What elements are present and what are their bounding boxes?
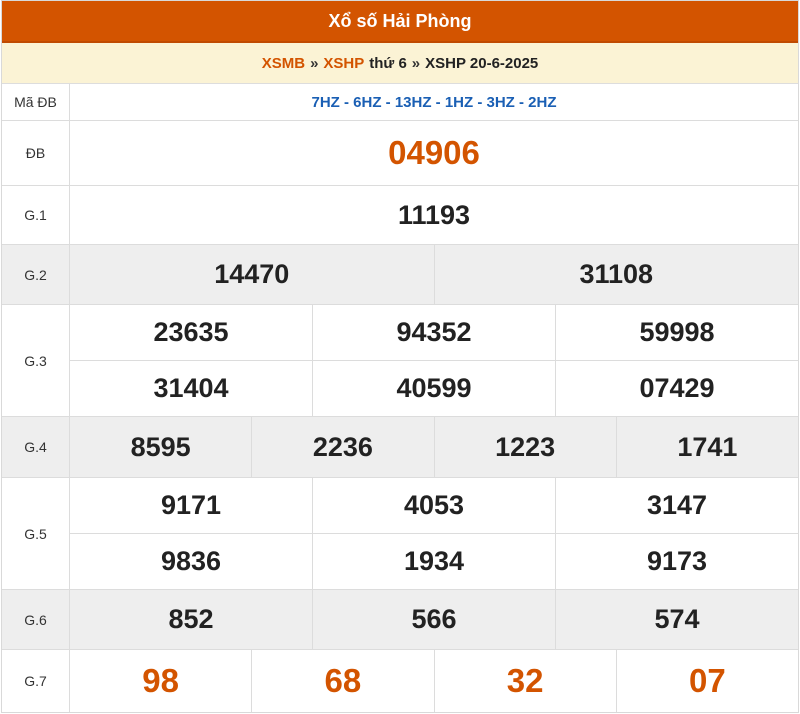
table-title: Xổ số Hải Phòng xyxy=(2,1,798,43)
prize-number: 32 xyxy=(433,650,616,712)
row-prize-g1: G.1 11193 xyxy=(2,186,798,245)
prize-label: G.1 xyxy=(2,186,70,244)
prize-number: 4053 xyxy=(312,478,555,533)
prize-number: 1741 xyxy=(615,417,798,477)
prize-number: 8595 xyxy=(130,431,191,462)
prize-number: 9836 xyxy=(160,546,222,576)
prize-number: 07 xyxy=(615,650,798,712)
prize-number: 98 xyxy=(142,662,179,699)
prize-label: Mã ĐB xyxy=(2,84,70,120)
prize-number: 31108 xyxy=(433,245,799,304)
prize-number: 9171 xyxy=(160,490,222,520)
prize-number: 1934 xyxy=(312,534,555,589)
prize-label: G.4 xyxy=(2,417,70,477)
row-prize-db: ĐB 04906 xyxy=(2,121,798,186)
prize-number: 566 xyxy=(312,590,555,649)
row-prize-g2: G.2 14470 31108 xyxy=(2,245,798,305)
breadcrumb-separator: » xyxy=(411,54,421,72)
prize-number: 9173 xyxy=(555,534,798,589)
breadcrumb-day: thứ 6 xyxy=(369,54,407,72)
lottery-result-table: Xổ số Hải Phòng XSMB » XSHP thứ 6 » XSHP… xyxy=(1,0,799,713)
breadcrumb-separator: » xyxy=(310,54,319,72)
row-special-code: Mã ĐB 7HZ - 6HZ - 13HZ - 1HZ - 3HZ - 2HZ xyxy=(2,84,798,121)
special-prize-number: 04906 xyxy=(388,134,480,171)
prize-number: 14470 xyxy=(214,259,290,289)
prize-label: G.6 xyxy=(2,590,70,649)
row-prize-g6: G.6 852 566 574 xyxy=(2,590,798,650)
prize-label: G.7 xyxy=(2,650,70,712)
prize-number: 3147 xyxy=(555,478,798,533)
prize-number: 11193 xyxy=(397,199,471,230)
prize-number: 23635 xyxy=(153,317,229,347)
prize-number: 94352 xyxy=(312,305,555,360)
prize-number: 574 xyxy=(555,590,798,649)
row-prize-g5: G.5 9171 4053 3147 9836 1934 9173 xyxy=(2,478,798,590)
breadcrumb-link-xshp[interactable]: XSHP xyxy=(323,55,364,72)
prize-label: ĐB xyxy=(2,121,70,185)
prize-number: 2236 xyxy=(251,417,433,477)
prize-number: 1223 xyxy=(433,417,616,477)
breadcrumb-link-xsmb[interactable]: XSMB xyxy=(262,55,305,72)
prize-label: G.5 xyxy=(2,478,70,589)
special-code-value: 7HZ - 6HZ - 13HZ - 1HZ - 3HZ - 2HZ xyxy=(311,93,557,111)
prize-label: G.3 xyxy=(2,305,70,416)
prize-number: 07429 xyxy=(555,361,798,416)
prize-number: 68 xyxy=(251,650,433,712)
prize-number: 31404 xyxy=(153,373,229,403)
prize-number: 852 xyxy=(168,604,214,634)
row-prize-g3: G.3 23635 94352 59998 31404 40599 07429 xyxy=(2,305,798,417)
breadcrumb-current: XSHP 20-6-2025 xyxy=(425,54,539,72)
row-prize-g4: G.4 8595 2236 1223 1741 xyxy=(2,417,798,478)
row-prize-g7: G.7 98 68 32 07 xyxy=(2,650,798,712)
prize-label: G.2 xyxy=(2,245,70,304)
prize-number: 59998 xyxy=(555,305,798,360)
breadcrumb: XSMB » XSHP thứ 6 » XSHP 20-6-2025 xyxy=(2,43,798,84)
prize-number: 40599 xyxy=(312,361,555,416)
